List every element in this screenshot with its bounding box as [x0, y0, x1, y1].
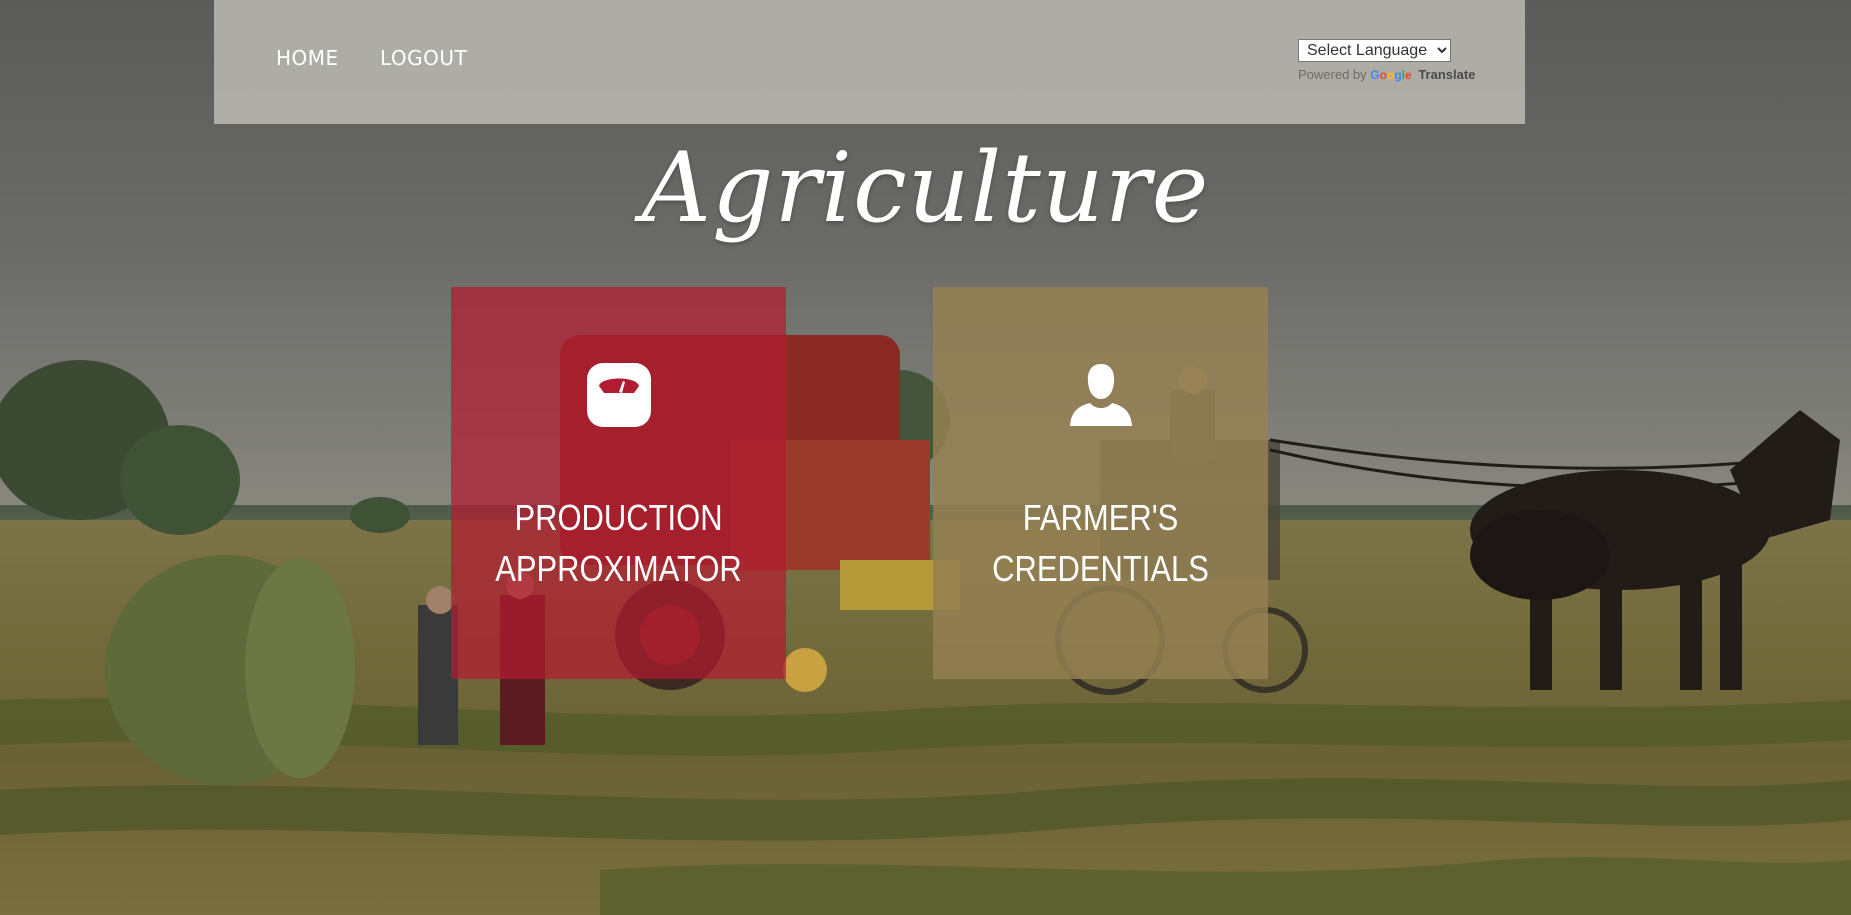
credentials-label-line-1: FARMER'S	[1022, 497, 1179, 538]
google-logo-icon: Google	[1370, 67, 1415, 82]
weighing-scale-icon	[586, 363, 651, 427]
google-translate-widget: Select Language Powered by Google Transl…	[1298, 39, 1475, 82]
powered-by-text: Powered by	[1298, 67, 1367, 82]
google-letter: G	[1370, 68, 1380, 82]
google-letter: g	[1394, 68, 1402, 82]
production-label-line-2: APPROXIMATOR	[495, 548, 742, 589]
production-label-line-1: PRODUCTION	[514, 497, 723, 538]
user-icon	[1069, 364, 1132, 426]
powered-by-google: Powered by Google Translate	[1298, 67, 1475, 82]
top-header: HOME LOGOUT Select Language Powered by G…	[214, 0, 1525, 124]
farmers-credentials-label: FARMER'S CREDENTIALS	[956, 492, 1244, 594]
nav-home-link[interactable]: HOME	[276, 46, 339, 70]
google-letter: o	[1379, 68, 1387, 82]
translate-link[interactable]: Translate	[1418, 67, 1475, 82]
google-letter: e	[1405, 68, 1412, 82]
credentials-label-line-2: CREDENTIALS	[992, 548, 1209, 589]
page-title: Agriculture	[641, 132, 1210, 244]
production-approximator-label: PRODUCTION APPROXIMATOR	[474, 492, 762, 594]
nav-logout-link[interactable]: LOGOUT	[380, 46, 467, 70]
farmers-credentials-tile[interactable]: FARMER'S CREDENTIALS	[933, 287, 1268, 679]
language-select[interactable]: Select Language	[1298, 39, 1451, 62]
production-approximator-tile[interactable]: PRODUCTION APPROXIMATOR	[451, 287, 786, 679]
